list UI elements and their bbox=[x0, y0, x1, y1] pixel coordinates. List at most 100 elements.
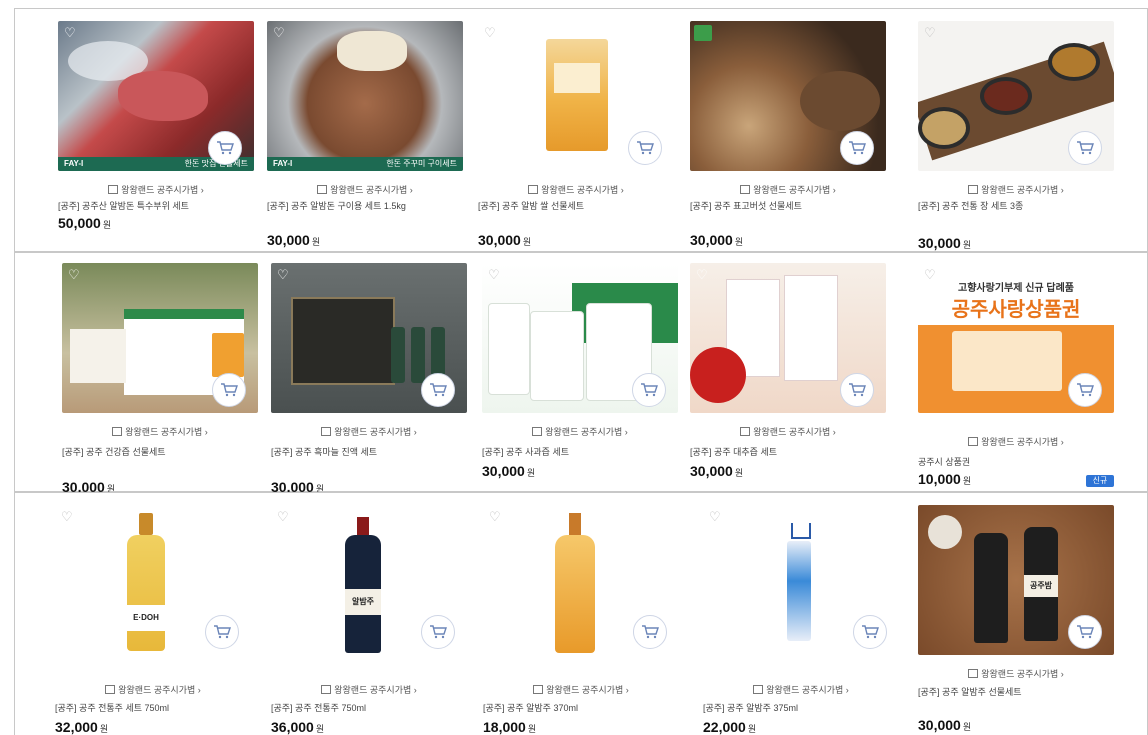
store-link[interactable]: 왕왕랜드 공주시가볍 › bbox=[483, 683, 679, 696]
cart-icon bbox=[430, 383, 447, 397]
store-link[interactable]: 왕왕랜드 공주시가볍 › bbox=[918, 667, 1114, 680]
store-icon bbox=[321, 685, 332, 694]
product-price: 30,000 원 bbox=[267, 232, 321, 248]
cart-button[interactable] bbox=[1068, 131, 1102, 165]
cart-button[interactable] bbox=[840, 373, 874, 407]
cart-icon bbox=[1077, 383, 1094, 397]
cart-button[interactable] bbox=[1068, 615, 1102, 649]
cart-icon bbox=[217, 141, 234, 155]
store-icon bbox=[108, 185, 119, 194]
product-price: 22,000 원 bbox=[703, 719, 757, 735]
bottle-label: 알밤주 bbox=[345, 589, 381, 615]
product-name[interactable]: [공주] 공주산 알밤돈 특수부위 세트 bbox=[58, 201, 248, 212]
store-link[interactable]: 왕왕랜드 공주시가볍 › bbox=[918, 435, 1114, 448]
bottle-label: 공주밤 bbox=[1024, 575, 1058, 597]
store-icon bbox=[753, 685, 764, 694]
product-price: 30,000 원 bbox=[690, 232, 744, 248]
product-name[interactable]: [공주] 공주 사과즙 세트 bbox=[482, 447, 672, 458]
store-link[interactable]: 왕왕랜드 공주시가볍 › bbox=[478, 183, 674, 196]
store-link[interactable]: 왕왕랜드 공주시가볍 › bbox=[918, 183, 1114, 196]
product-price: 10,000 원 bbox=[918, 471, 972, 487]
cart-button[interactable] bbox=[853, 615, 887, 649]
cart-icon bbox=[430, 625, 447, 639]
cart-button[interactable] bbox=[628, 131, 662, 165]
store-icon bbox=[968, 185, 979, 194]
product-row-1: FAY-I 한돈 맛집 선물세트 ♡ 왕왕랜드 공주시가볍 › [공주] 공주산… bbox=[14, 8, 1148, 252]
cart-icon bbox=[1077, 625, 1094, 639]
heart-icon[interactable]: ♡ bbox=[924, 26, 938, 39]
label-right: 한돈 주꾸미 구이세트 bbox=[386, 159, 457, 168]
store-link[interactable]: 왕왕랜드 공주시가볍 › bbox=[62, 425, 258, 438]
heart-icon[interactable]: ♡ bbox=[924, 268, 938, 281]
heart-icon[interactable]: ♡ bbox=[68, 268, 82, 281]
product-price: 18,000 원 bbox=[483, 719, 537, 735]
store-link[interactable]: 왕왕랜드 공주시가볍 › bbox=[703, 683, 899, 696]
heart-icon[interactable]: ♡ bbox=[696, 268, 710, 281]
product-price: 32,000 원 bbox=[55, 719, 109, 735]
heart-icon[interactable]: ♡ bbox=[277, 268, 291, 281]
store-icon bbox=[740, 427, 751, 436]
product-price: 30,000 원 bbox=[918, 717, 972, 733]
store-icon bbox=[321, 427, 332, 436]
new-badge: 신규 bbox=[1086, 475, 1114, 487]
product-name[interactable]: [공주] 공주 전통 장 세트 3종 bbox=[918, 201, 1108, 212]
product-row-3: E·DOH ♡ 왕왕랜드 공주시가볍 › [공주] 공주 전통주 세트 750m… bbox=[14, 492, 1148, 735]
heart-icon[interactable]: ♡ bbox=[64, 26, 78, 39]
banner-top-text: 고향사랑기부제 신규 답례품 bbox=[958, 283, 1074, 294]
cart-button[interactable] bbox=[421, 615, 455, 649]
store-link[interactable]: 왕왕랜드 공주시가볍 › bbox=[267, 183, 463, 196]
cart-button[interactable] bbox=[840, 131, 874, 165]
heart-icon[interactable]: ♡ bbox=[484, 26, 498, 39]
product-price: 50,000 원 bbox=[58, 215, 112, 231]
product-name[interactable]: [공주] 공주 알밤주 370ml bbox=[483, 703, 673, 714]
product-name[interactable]: [공주] 공주 알밤주 375ml bbox=[703, 703, 893, 714]
cart-button[interactable] bbox=[421, 373, 455, 407]
cart-button[interactable] bbox=[632, 373, 666, 407]
cart-icon bbox=[214, 625, 231, 639]
cart-button[interactable] bbox=[208, 131, 242, 165]
store-link[interactable]: 왕왕랜드 공주시가볍 › bbox=[58, 183, 254, 196]
product-name[interactable]: [공주] 공주 알밤돈 구이용 세트 1.5kg bbox=[267, 201, 457, 212]
product-price: 36,000 원 bbox=[271, 719, 325, 735]
store-link[interactable]: 왕왕랜드 공주시가볍 › bbox=[271, 683, 467, 696]
product-name[interactable]: [공주] 공주 흑마늘 진액 세트 bbox=[271, 447, 461, 458]
product-name[interactable]: 공주시 상품권 bbox=[918, 457, 1108, 468]
product-price: 30,000 원 bbox=[482, 463, 536, 479]
store-link[interactable]: 왕왕랜드 공주시가볍 › bbox=[271, 425, 467, 438]
heart-icon[interactable]: ♡ bbox=[61, 510, 75, 523]
cart-icon bbox=[849, 141, 866, 155]
heart-icon[interactable]: ♡ bbox=[489, 510, 503, 523]
product-name[interactable]: [공주] 공주 표고버섯 선물세트 bbox=[690, 201, 880, 212]
product-name[interactable]: [공주] 공주 건강즙 선물세트 bbox=[62, 447, 252, 458]
cart-button[interactable] bbox=[205, 615, 239, 649]
product-name[interactable]: [공주] 공주 대추즙 세트 bbox=[690, 447, 880, 458]
product-name[interactable]: [공주] 공주 전통주 세트 750ml bbox=[55, 703, 245, 714]
store-link[interactable]: 왕왕랜드 공주시가볍 › bbox=[690, 183, 886, 196]
cart-button[interactable] bbox=[1068, 373, 1102, 407]
store-link[interactable]: 왕왕랜드 공주시가볍 › bbox=[482, 425, 678, 438]
heart-icon[interactable]: ♡ bbox=[709, 510, 723, 523]
product-image[interactable]: FAY-I 한돈 주꾸미 구이세트 ♡ bbox=[267, 21, 463, 171]
product-name[interactable]: [공주] 공주 전통주 750ml bbox=[271, 703, 461, 714]
cart-icon bbox=[1077, 141, 1094, 155]
cart-icon bbox=[862, 625, 879, 639]
heart-icon[interactable]: ♡ bbox=[273, 26, 287, 39]
heart-icon[interactable]: ♡ bbox=[277, 510, 291, 523]
store-icon bbox=[528, 185, 539, 194]
store-icon bbox=[740, 185, 751, 194]
label-left: FAY-I bbox=[64, 159, 84, 168]
bottle-label: E·DOH bbox=[127, 605, 165, 631]
cart-icon bbox=[642, 625, 659, 639]
product-name[interactable]: [공주] 공주 알밤 쌀 선물세트 bbox=[478, 201, 668, 212]
store-link[interactable]: 왕왕랜드 공주시가볍 › bbox=[55, 683, 251, 696]
store-icon bbox=[112, 427, 123, 436]
cart-icon bbox=[637, 141, 654, 155]
cart-button[interactable] bbox=[633, 615, 667, 649]
store-link[interactable]: 왕왕랜드 공주시가볍 › bbox=[690, 425, 886, 438]
product-price: 30,000 원 bbox=[478, 232, 532, 248]
cart-button[interactable] bbox=[212, 373, 246, 407]
product-name[interactable]: [공주] 공주 알밤주 선물세트 bbox=[918, 687, 1108, 698]
store-icon bbox=[532, 427, 543, 436]
store-icon bbox=[317, 185, 328, 194]
heart-icon[interactable]: ♡ bbox=[488, 268, 502, 281]
